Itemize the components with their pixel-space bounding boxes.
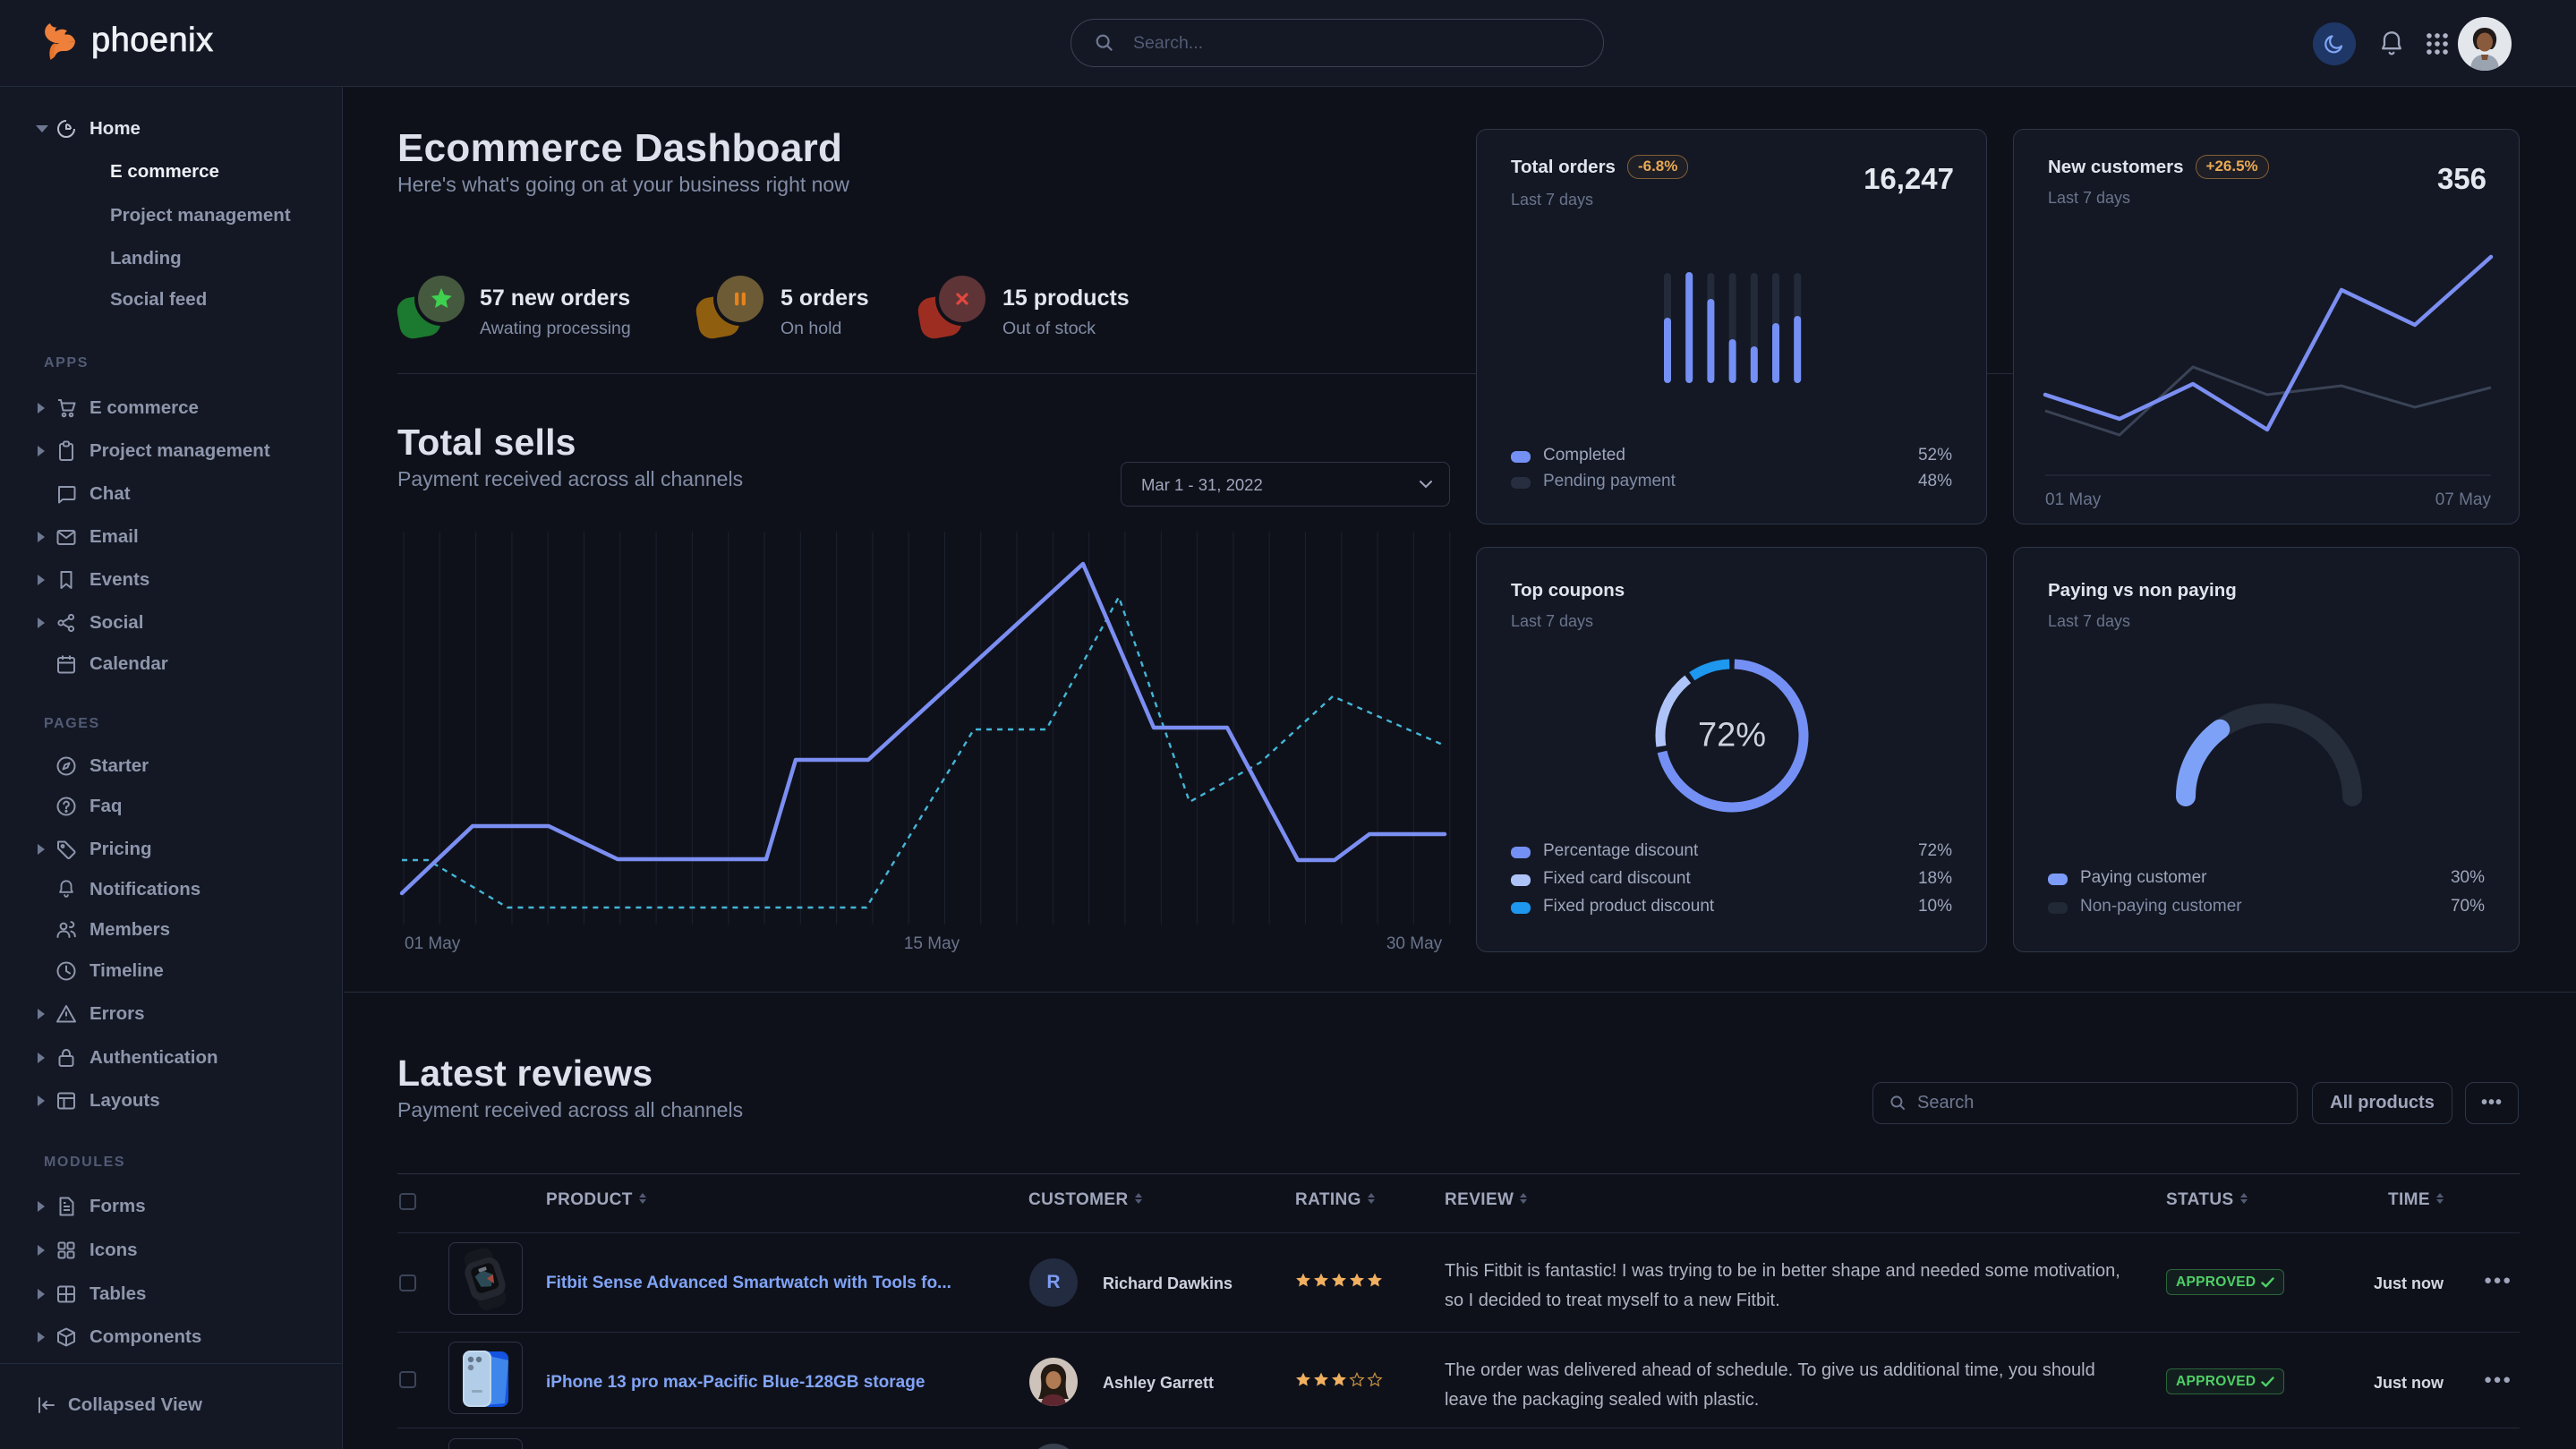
svg-text:07 May: 07 May	[2435, 490, 2492, 509]
svg-text:01 May: 01 May	[405, 934, 461, 953]
svg-text:30 May: 30 May	[1386, 934, 1443, 953]
svg-text:15 May: 15 May	[904, 934, 960, 953]
svg-text:01 May: 01 May	[2045, 490, 2102, 509]
